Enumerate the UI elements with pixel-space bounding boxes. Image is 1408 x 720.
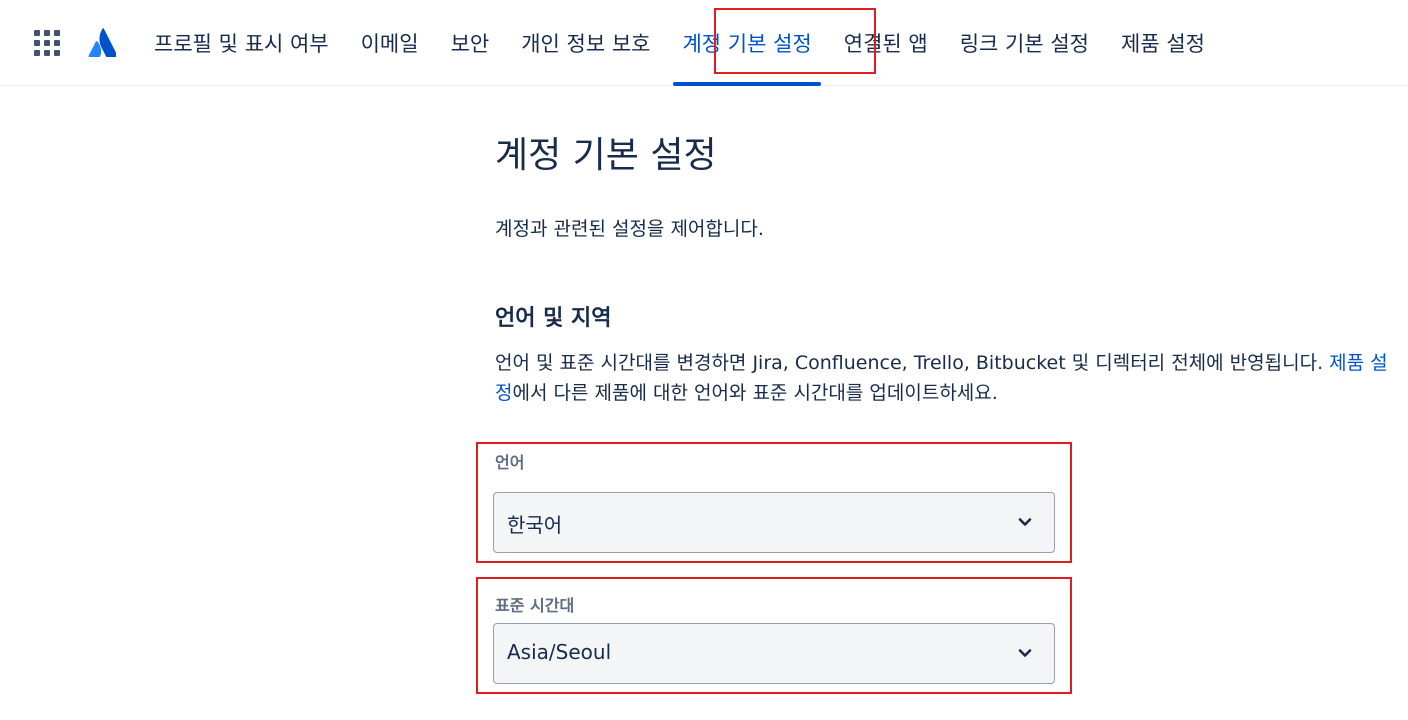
tab-link-preferences[interactable]: 링크 기본 설정 bbox=[944, 0, 1105, 86]
app-switcher-icon[interactable] bbox=[34, 30, 60, 56]
chevron-down-icon bbox=[1018, 649, 1032, 657]
tab-product-settings[interactable]: 제품 설정 bbox=[1105, 0, 1221, 86]
tab-security[interactable]: 보안 bbox=[435, 0, 506, 86]
chevron-down-icon bbox=[1018, 518, 1032, 526]
tab-email[interactable]: 이메일 bbox=[345, 0, 435, 86]
timezone-field-label: 표준 시간대 bbox=[495, 596, 575, 615]
section-title-language-region: 언어 및 지역 bbox=[495, 306, 612, 331]
top-navigation: 프로필 및 표시 여부 이메일 보안 개인 정보 보호 계정 기본 설정 연결된… bbox=[0, 0, 1408, 86]
language-field-label: 언어 bbox=[495, 453, 525, 472]
atlassian-logo-icon[interactable] bbox=[86, 27, 116, 57]
active-tab-indicator bbox=[673, 82, 821, 86]
page-subtitle: 계정과 관련된 설정을 제어합니다. bbox=[495, 218, 764, 240]
section-description: 언어 및 표준 시간대를 변경하면 Jira, Confluence, Trel… bbox=[495, 352, 1388, 404]
tab-connected-apps[interactable]: 연결된 앱 bbox=[828, 0, 944, 86]
timezone-select[interactable]: Asia/Seoul bbox=[493, 623, 1055, 684]
tab-privacy[interactable]: 개인 정보 보호 bbox=[505, 0, 666, 86]
timezone-select-value: Asia/Seoul bbox=[507, 640, 612, 664]
tab-account-preferences[interactable]: 계정 기본 설정 bbox=[666, 0, 827, 86]
page-title: 계정 기본 설정 bbox=[495, 135, 717, 176]
tab-bar: 프로필 및 표시 여부 이메일 보안 개인 정보 보호 계정 기본 설정 연결된… bbox=[138, 0, 1221, 86]
tab-profile-visibility[interactable]: 프로필 및 표시 여부 bbox=[138, 0, 345, 86]
language-select-value: 한국어 bbox=[507, 513, 563, 537]
language-select[interactable]: 한국어 bbox=[493, 492, 1055, 553]
